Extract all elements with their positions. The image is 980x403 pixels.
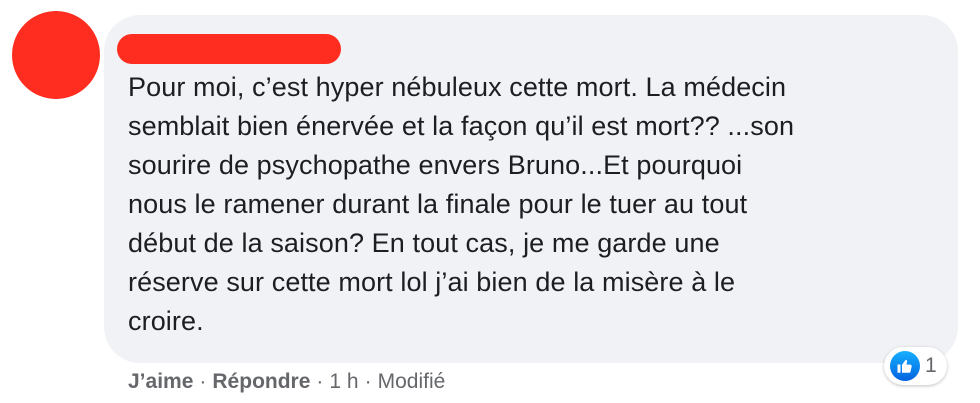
separator-dot: · [364, 370, 372, 393]
thumbs-up-glyph [897, 359, 912, 373]
avatar-redacted[interactable] [12, 11, 100, 99]
like-button[interactable]: J’aime [128, 370, 193, 394]
comment-line: début de la saison? En tout cas, je me g… [128, 228, 720, 258]
comment-container: Pour moi, c’est hyper nébuleux cette mor… [0, 0, 980, 403]
reaction-count: 1 [925, 354, 937, 377]
comment-line: semblait bien énervée et la façon qu’il … [128, 111, 795, 141]
comment-text: Pour moi, c’est hyper nébuleux cette mor… [128, 68, 928, 341]
reply-button[interactable]: Répondre [212, 370, 310, 394]
like-thumb-icon [890, 351, 920, 381]
comment-actions: J’aime · Répondre · 1 h · Modifié [128, 370, 445, 394]
comment-line: sourire de psychopathe envers Bruno...Et… [128, 150, 743, 180]
comment-line: croire. [128, 306, 204, 336]
separator-dot: · [199, 370, 207, 393]
separator-dot: · [316, 370, 324, 393]
reaction-summary[interactable]: 1 [884, 347, 947, 385]
author-name-redacted[interactable] [117, 34, 341, 64]
comment-line: Pour moi, c’est hyper nébuleux cette mor… [128, 72, 787, 102]
edited-label[interactable]: Modifié [378, 370, 446, 394]
comment-line: réserve sur cette mort lol j’ai bien de … [128, 267, 736, 297]
comment-line: nous le ramener durant la finale pour le… [128, 189, 748, 219]
timestamp-link[interactable]: 1 h [329, 370, 358, 394]
